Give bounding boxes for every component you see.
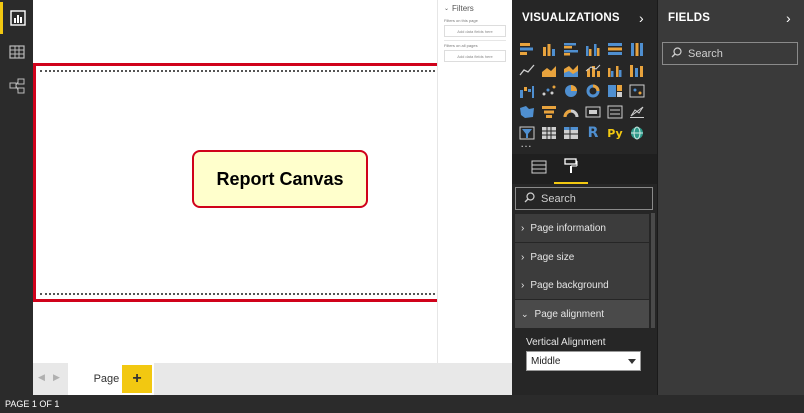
vertical-alignment-value: Middle bbox=[531, 355, 561, 367]
fields-well-icon bbox=[531, 160, 547, 179]
stacked-area-icon[interactable] bbox=[562, 61, 580, 79]
filters-pane: ⌄ Filters Filters on this page Add data … bbox=[437, 0, 512, 363]
r-visual-icon[interactable]: R bbox=[584, 124, 602, 142]
chevron-down-icon: ⌄ bbox=[444, 6, 450, 12]
100-bar-icon[interactable] bbox=[606, 40, 624, 58]
model-view-button[interactable] bbox=[0, 70, 33, 102]
treemap-icon[interactable] bbox=[606, 82, 624, 100]
fields-search-placeholder: Search bbox=[688, 47, 723, 60]
clustered-column-icon[interactable] bbox=[584, 40, 602, 58]
filters-all-pages-label: Filters on all pages bbox=[444, 43, 478, 48]
line-clustered-icon[interactable] bbox=[606, 61, 624, 79]
section-label: Page information bbox=[530, 222, 606, 234]
scatter-icon[interactable] bbox=[540, 82, 558, 100]
area-chart-icon[interactable] bbox=[540, 61, 558, 79]
viz-mode-tabs bbox=[512, 154, 657, 184]
page-tab-bar: ◀ ▶ Page 1 + bbox=[33, 363, 512, 395]
vertical-alignment-label: Vertical Alignment bbox=[526, 337, 606, 348]
filters-all-pages-dropzone[interactable]: Add data fields here bbox=[444, 50, 506, 62]
clustered-bar-icon[interactable] bbox=[562, 40, 580, 58]
stacked-bar-icon[interactable] bbox=[518, 40, 536, 58]
chevron-right-icon[interactable]: › bbox=[639, 10, 644, 26]
caret-down-icon bbox=[628, 356, 636, 367]
report-view-button[interactable] bbox=[0, 2, 33, 34]
filters-on-page-label: Filters on this page bbox=[444, 18, 478, 23]
fields-title: FIELDS bbox=[668, 12, 711, 24]
section-page-alignment[interactable]: ⌄ Page alignment bbox=[515, 300, 649, 328]
pie-chart-icon[interactable] bbox=[562, 82, 580, 100]
fields-search-input[interactable]: Search bbox=[662, 42, 798, 65]
fields-pane: FIELDS › Search bbox=[657, 0, 804, 395]
filled-map-icon[interactable] bbox=[518, 103, 536, 121]
line-column-icon[interactable] bbox=[584, 61, 602, 79]
funnel-icon[interactable] bbox=[540, 103, 558, 121]
status-bar: PAGE 1 OF 1 bbox=[0, 395, 804, 413]
visualizations-title: VISUALIZATIONS bbox=[522, 12, 620, 24]
filters-on-page-dropzone[interactable]: Add data fields here bbox=[444, 25, 506, 37]
add-page-button[interactable]: + bbox=[122, 365, 152, 393]
map-icon[interactable] bbox=[628, 82, 646, 100]
section-label: Page size bbox=[530, 251, 575, 263]
plus-icon: + bbox=[132, 370, 142, 387]
report-view-icon bbox=[10, 10, 26, 26]
chevron-right-icon: › bbox=[521, 251, 525, 263]
format-tab[interactable] bbox=[554, 154, 588, 184]
multirow-card-icon[interactable] bbox=[606, 103, 624, 121]
line-chart-icon[interactable] bbox=[518, 61, 536, 79]
left-nav bbox=[0, 0, 33, 395]
visualizations-pane: VISUALIZATIONS › R Py … Search › Page in… bbox=[512, 0, 657, 395]
card-icon[interactable] bbox=[584, 103, 602, 121]
kpi-icon[interactable] bbox=[628, 103, 646, 121]
format-search-input[interactable]: Search bbox=[515, 187, 653, 210]
data-view-button[interactable] bbox=[0, 36, 33, 68]
matrix-icon[interactable] bbox=[562, 124, 580, 142]
100-column-icon[interactable] bbox=[628, 40, 646, 58]
gauge-icon[interactable] bbox=[562, 103, 580, 121]
format-search-placeholder: Search bbox=[541, 192, 576, 205]
scroll-left-icon[interactable]: ◀ bbox=[38, 372, 45, 383]
more-visuals-icon[interactable]: … bbox=[520, 136, 534, 150]
waterfall-icon[interactable] bbox=[518, 82, 536, 100]
search-icon bbox=[671, 46, 682, 61]
chevron-right-icon: › bbox=[521, 222, 525, 234]
globe-icon[interactable] bbox=[628, 124, 646, 142]
vertical-alignment-select[interactable]: Middle bbox=[526, 351, 641, 371]
ribbon-chart-icon[interactable] bbox=[628, 61, 646, 79]
section-page-background[interactable]: › Page background bbox=[515, 271, 649, 299]
filters-header[interactable]: ⌄ Filters bbox=[444, 4, 474, 13]
filters-title: Filters bbox=[452, 4, 474, 13]
paint-roller-icon bbox=[564, 157, 578, 179]
chevron-right-icon[interactable]: › bbox=[786, 10, 791, 26]
report-canvas-area: Report Canvas bbox=[33, 0, 442, 363]
section-label: Page alignment bbox=[534, 308, 605, 320]
fields-tab[interactable] bbox=[522, 154, 556, 184]
report-canvas-label: Report Canvas bbox=[192, 150, 368, 208]
chevron-down-icon: ⌄ bbox=[521, 308, 529, 319]
table-icon[interactable] bbox=[540, 124, 558, 142]
model-view-icon bbox=[9, 78, 25, 94]
donut-chart-icon[interactable] bbox=[584, 82, 602, 100]
page-count-status: PAGE 1 OF 1 bbox=[5, 399, 60, 409]
scroll-right-icon[interactable]: ▶ bbox=[53, 372, 60, 383]
section-page-size[interactable]: › Page size bbox=[515, 243, 649, 271]
format-pane-scrollbar[interactable] bbox=[651, 213, 655, 328]
section-page-information[interactable]: › Page information bbox=[515, 214, 649, 242]
search-icon bbox=[524, 191, 535, 206]
section-label: Page background bbox=[530, 279, 609, 291]
chevron-right-icon: › bbox=[521, 279, 525, 291]
data-view-icon bbox=[8, 44, 25, 60]
python-visual-icon[interactable]: Py bbox=[606, 124, 624, 142]
filters-divider bbox=[444, 40, 506, 41]
stacked-column-icon[interactable] bbox=[540, 40, 558, 58]
